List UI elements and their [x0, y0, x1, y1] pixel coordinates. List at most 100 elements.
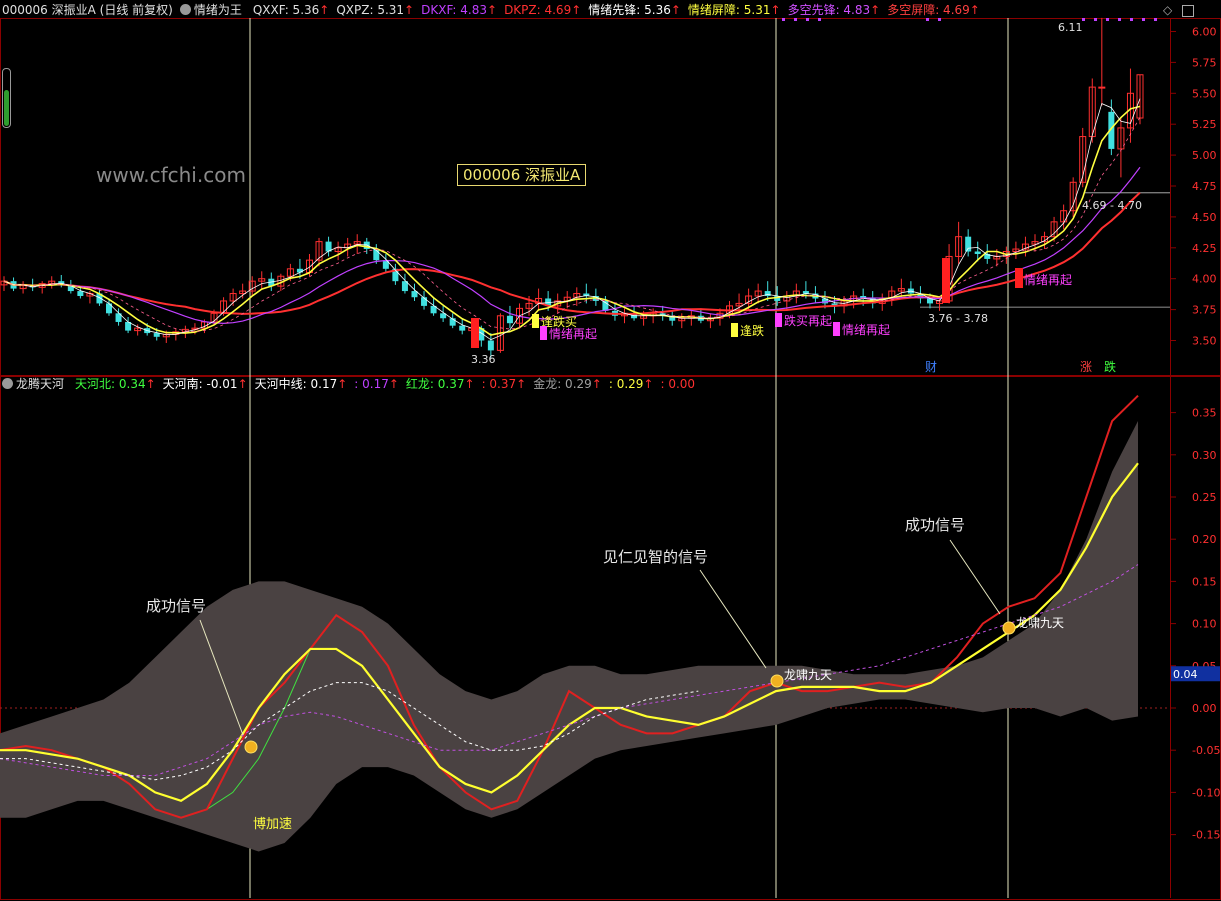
candle-body [296, 268, 303, 273]
signal-label: 跌买再起 [784, 313, 832, 328]
up-arrow-icon: ↑ [337, 377, 348, 391]
top-dot-marker [1094, 18, 1097, 21]
signal-label: 逢跌 [740, 323, 764, 338]
annotation-dragon-2: 龙啸九天 [1016, 616, 1064, 630]
lower-header-value-item: : 0.37↑ [481, 377, 527, 391]
indicator-gear[interactable]: 情绪为王 [179, 3, 246, 17]
lower-header-value-item: 金龙: 0.29↑ [533, 377, 602, 391]
volume-scroll-fill [4, 90, 9, 126]
header-value-item: QXXF: 5.36↑ [252, 3, 330, 17]
lower-indicator-values: 天河北: 0.34↑ 天河南: -0.01↑ 天河中线: 0.17↑ : 0.17↑ 红… [75, 377, 702, 391]
band-area [0, 421, 1138, 852]
volume-scroll-indicator[interactable] [2, 68, 11, 128]
stock-name-box: 000006 深振业A [457, 164, 587, 186]
top-dot-marker [1118, 18, 1121, 21]
candle-body [459, 325, 466, 331]
up-arrow-icon: ↑ [237, 377, 248, 391]
up-arrow-icon: ↑ [464, 377, 475, 391]
top-dot-marker [1154, 18, 1157, 21]
up-arrow-icon: ↑ [969, 3, 980, 17]
gear-icon[interactable] [2, 378, 13, 389]
header-value-item: DKXF: 4.83↑ [421, 3, 498, 17]
up-arrow-icon: ↑ [591, 377, 602, 391]
candle-body [965, 236, 972, 252]
top-dot-marker [806, 18, 809, 21]
top-dot-marker [938, 18, 941, 21]
top-dot-marker [1142, 18, 1145, 21]
top-dot-marker [1082, 18, 1085, 21]
chart-canvas[interactable]: 6.00 5.75 5.50 5.25 5.00 4.75 4.50 4.25 4.00 3.75… [0, 0, 1221, 901]
header-value-item: 情绪先锋: 5.36↑ [588, 3, 681, 17]
upper-pane-frame [0, 18, 1221, 376]
lower-header-value-item: 天河中线: 0.17↑ [254, 377, 348, 391]
ma-line-red [3, 191, 1141, 315]
signal-marker [731, 323, 738, 337]
top-dot-marker [1130, 18, 1133, 21]
candle-body [1098, 86, 1106, 89]
annotation-accelerate: 博加速 [253, 817, 292, 832]
top-dot-marker [782, 18, 785, 21]
lower-header-value-item: 天河南: -0.01↑ [162, 377, 248, 391]
signal-circle-icon [244, 740, 258, 754]
lower-tick-label: 0.20 [1192, 533, 1217, 546]
lower-header-value-item: : 0.17↑ [354, 377, 399, 391]
upper-tick-label: 3.50 [1192, 335, 1217, 348]
up-arrow-icon: ↑ [319, 3, 330, 17]
upper-tick-label: 4.25 [1192, 242, 1217, 255]
lower-tick-label: 0.30 [1192, 449, 1217, 462]
price-range-label-2: 4.69 - 4.70 [1082, 199, 1142, 212]
lower-tick-label: 0.15 [1192, 575, 1217, 588]
signal-marker [532, 314, 539, 328]
signal-label: 情绪再起 [1024, 273, 1072, 287]
lower-indicator-gear[interactable]: 龙腾天河 [2, 377, 68, 391]
lower-header-value-item: 天河北: 0.34↑ [75, 377, 156, 391]
candle-body [77, 291, 84, 297]
up-arrow-icon: ↑ [670, 3, 681, 17]
lower-tick-label: 0.00 [1192, 702, 1217, 715]
ma-line-white [3, 98, 1141, 341]
current-value-label: 0.04 [1173, 668, 1198, 681]
lower-header-value-item: : 0.00 [660, 377, 696, 391]
signal-marker [833, 322, 840, 336]
lower-tick-label: -0.10 [1192, 786, 1220, 799]
gear-icon[interactable] [179, 4, 191, 15]
header-value-item: 情绪屏障: 5.31↑ [687, 3, 781, 17]
lower-header-value-item: : 0.29↑ [608, 377, 654, 391]
annotation-signal-2: 见仁见智的信号 [603, 548, 708, 566]
upper-tick-label: 5.75 [1192, 56, 1217, 69]
lower-header-value-item: 红龙: 0.37↑ [405, 377, 475, 391]
up-arrow-icon: ↑ [404, 3, 415, 17]
upper-tick-label: 6.00 [1192, 26, 1217, 39]
header-value-item: 多空屏障: 4.69↑ [887, 3, 980, 17]
candle-body [106, 303, 113, 314]
header-value-item: 多空先锋: 4.83↑ [787, 3, 881, 17]
annotation-arrow [699, 569, 767, 669]
lower-tick-label: 0.25 [1192, 491, 1217, 504]
lower-header: 龙腾天河 天河北: 0.34↑ 天河南: -0.01↑ 天河中线: 0.17↑ : 0.… [2, 376, 709, 392]
top-dot-marker [818, 18, 821, 21]
header-value-item: DKPZ: 4.69↑ [504, 3, 582, 17]
upper-tick-label: 4.50 [1192, 211, 1217, 224]
upper-header: 000006 深振业A (日线 前复权) 情绪为王 QXXF: 5.36↑ QXPZ:… [2, 2, 994, 18]
ma-line-yellow [3, 105, 1141, 336]
upper-tick-label: 4.00 [1192, 273, 1217, 286]
up-arrow-icon: ↑ [145, 377, 156, 391]
signal-label: 情绪再起 [549, 327, 597, 341]
signal-label: 情绪再起 [842, 323, 890, 337]
signal-circle-icon [770, 674, 784, 688]
window-restore-button[interactable] [1182, 5, 1194, 17]
top-dot-marker [794, 18, 797, 21]
signal-marker [775, 313, 782, 327]
collapse-icon[interactable]: ◇ [1163, 3, 1172, 17]
signal-bar [1015, 268, 1023, 288]
signal-bar [471, 318, 479, 348]
signal-bar [942, 258, 950, 303]
chart-title[interactable]: 000006 深振业A (日线 前复权) [2, 3, 173, 17]
price-range-label-1: 3.76 - 3.78 [928, 312, 988, 325]
lower-tick-label: -0.15 [1192, 829, 1220, 842]
candle-body [506, 315, 513, 324]
upper-tick-label: 4.75 [1192, 180, 1217, 193]
indicator-name: 情绪为王 [193, 3, 242, 17]
price-low-label: 3.36 [471, 353, 496, 366]
upper-tick-label: 5.50 [1192, 87, 1217, 100]
